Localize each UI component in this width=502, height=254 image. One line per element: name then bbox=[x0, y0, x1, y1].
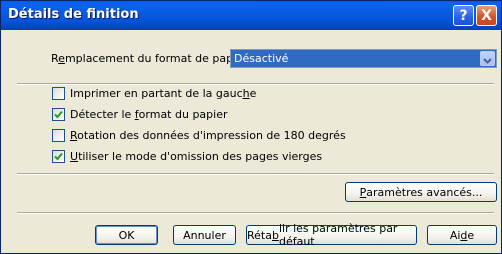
window-title: Détails de finition bbox=[8, 7, 139, 22]
option-checkbox-skip-blank[interactable] bbox=[52, 150, 65, 163]
reset-defaults-button[interactable]: Réta b lir les paramètres par défaut bbox=[246, 222, 417, 248]
dropdown-arrow-button[interactable] bbox=[480, 51, 495, 66]
option-label-rotate-180[interactable]: Rotation des données d'impression de 180… bbox=[70, 129, 346, 142]
title-bar[interactable]: Détails de finition ? X bbox=[1, 1, 501, 30]
option-checkbox-rotate-180[interactable] bbox=[52, 129, 65, 142]
question-icon: ? bbox=[459, 7, 468, 24]
close-button[interactable]: X bbox=[476, 5, 497, 26]
checkmark-icon bbox=[54, 152, 63, 161]
checkmark-icon bbox=[54, 110, 63, 119]
ok-button[interactable]: OK bbox=[95, 225, 158, 245]
paper-format-label: Remplacement du format de papier : bbox=[51, 52, 255, 65]
cancel-button[interactable]: Annuler bbox=[173, 225, 236, 245]
close-icon: X bbox=[481, 7, 492, 24]
advanced-settings-button[interactable]: Paramètres avancés... bbox=[345, 182, 497, 202]
paper-format-value: Désactivé bbox=[234, 52, 289, 65]
separator-bottom bbox=[17, 212, 494, 214]
option-label-start-left[interactable]: Imprimer en partant de la gauche bbox=[70, 87, 256, 100]
dialog-body: Remplacement du format de papier : Désac… bbox=[1, 30, 501, 253]
option-checkbox-detect-format[interactable] bbox=[52, 108, 65, 121]
option-label-skip-blank[interactable]: Utiliser le mode d'omission des pages vi… bbox=[70, 150, 322, 163]
separator-middle bbox=[17, 173, 494, 175]
help-button[interactable]: ? bbox=[453, 5, 474, 26]
dialog-window: Détails de finition ? X Remplacement du … bbox=[0, 0, 502, 254]
option-label-detect-format[interactable]: Détecter le format du papier bbox=[70, 108, 228, 121]
chevron-down-icon bbox=[483, 58, 492, 64]
help-dialog-button[interactable]: Ai d e bbox=[427, 225, 497, 245]
paper-format-select[interactable]: Désactivé bbox=[230, 49, 497, 68]
option-checkbox-start-left[interactable] bbox=[52, 87, 65, 100]
separator-top bbox=[17, 83, 494, 85]
